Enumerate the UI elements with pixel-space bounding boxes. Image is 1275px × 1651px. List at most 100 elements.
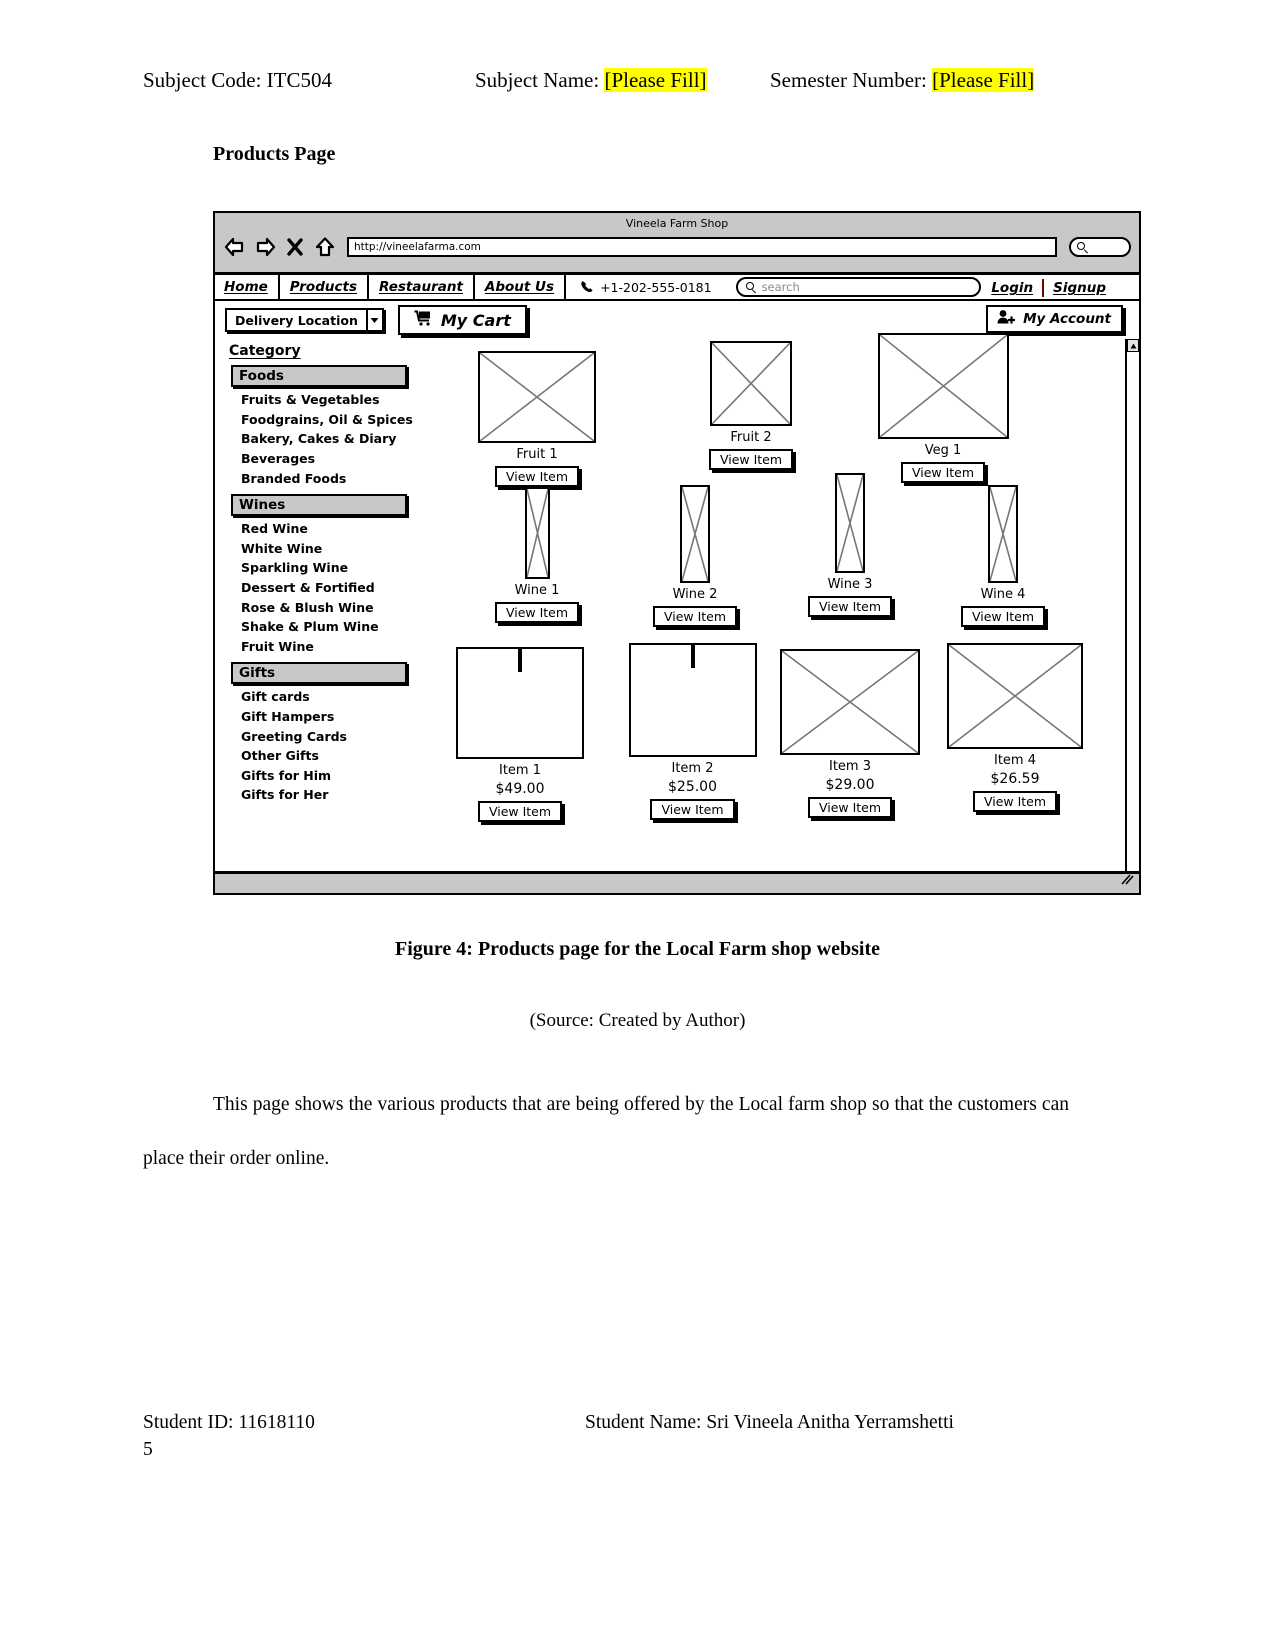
sidebar-item-branded-foods[interactable]: Branded Foods [231,468,427,488]
subject-name-label: Subject Name: [475,68,600,92]
view-item-button[interactable]: View Item [477,801,563,822]
vertical-scrollbar[interactable] [1125,339,1139,894]
product-card-item-4: Item 4 $26.59 View Item [935,643,1095,812]
main-menu: Home Products Restaurant About Us [215,274,567,300]
forward-arrow-icon[interactable] [253,235,277,259]
sidebar-item-red-wine[interactable]: Red Wine [231,519,427,539]
magnifier-icon [745,281,757,294]
site-navigation-bar: Home Products Restaurant About Us +1-202… [215,274,1139,301]
product-image-placeholder [947,643,1083,749]
stop-x-icon[interactable] [283,235,307,259]
sidebar-item-beverages[interactable]: Beverages [231,449,427,469]
home-icon[interactable] [313,235,337,259]
delivery-location-label: Delivery Location [235,312,358,328]
view-item-button[interactable]: View Item [960,606,1046,627]
product-card-veg-1: Veg 1 View Item [868,333,1018,483]
browser-search-box[interactable] [1069,237,1131,257]
body-paragraph-text: This page shows the various products tha… [143,1094,1069,1169]
figure-source: (Source: Created by Author) [529,1010,746,1031]
product-image-placeholder [780,649,920,755]
signup-link[interactable]: Signup [1044,280,1115,296]
figure-caption: Figure 4: Products page for the Local Fa… [395,938,880,960]
product-price: $49.00 [495,781,545,797]
view-item-button[interactable]: View Item [650,799,735,820]
subject-code: Subject Code: ITC504 [143,68,332,92]
view-item-button[interactable]: View Item [807,797,893,818]
url-bar[interactable]: http://vineelafarma.com [347,237,1057,257]
sidebar-item-white-wine[interactable]: White Wine [231,539,427,559]
product-price: $29.00 [825,777,875,793]
sidebar-item-gifts-for-her[interactable]: Gifts for Her [231,785,427,805]
login-link[interactable]: Login [982,280,1042,296]
view-item-button[interactable]: View Item [708,449,794,470]
page-body: Category Foods Fruits & Vegetables Foodg… [215,333,1139,894]
sidebar-item-fruits-vegetables[interactable]: Fruits & Vegetables [231,390,427,410]
phone-icon [580,280,594,294]
search-placeholder: search [761,280,800,294]
student-id: Student ID: 11618110 [143,1412,315,1433]
product-card-wine-4: Wine 4 View Item [938,485,1068,627]
sidebar-item-gifts-for-him[interactable]: Gifts for Him [231,766,427,786]
sidebar-group-foods[interactable]: Foods [231,365,407,387]
product-card-item-1: Item 1 $49.00 View Item [440,647,600,822]
sidebar-item-fruit-wine[interactable]: Fruit Wine [231,637,427,657]
my-account-label: My Account [1023,311,1111,327]
resize-grip-icon[interactable] [1120,871,1134,890]
subject-name-value: [Please Fill] [604,68,707,92]
delivery-location-select[interactable]: Delivery Location [225,308,384,332]
nav-item-about-us[interactable]: About Us [475,274,567,300]
product-price: $25.00 [668,779,717,795]
nav-item-home[interactable]: Home [215,274,280,300]
product-image-placeholder [680,485,710,583]
back-arrow-icon[interactable] [223,235,247,259]
auth-links: Login Signup [982,275,1115,301]
product-grid: Fruit 1 View Item Fruit 2 View Item Veg … [430,333,1123,894]
product-image-placeholder [456,647,584,759]
product-card-wine-1: Wine 1 View Item [472,487,602,623]
nav-item-products[interactable]: Products [280,274,369,300]
nav-item-restaurant[interactable]: Restaurant [369,274,475,300]
product-name: Wine 2 [672,587,718,602]
page-title: Products Page [213,143,336,165]
view-item-button[interactable]: View Item [494,602,580,623]
student-id-continuation: 5 [143,1439,153,1460]
product-image-placeholder [877,333,1009,439]
my-cart-label: My Cart [440,310,511,330]
product-name: Item 1 [499,763,541,778]
sidebar-item-greeting-cards[interactable]: Greeting Cards [231,726,427,746]
view-item-button[interactable]: View Item [652,606,738,627]
product-name: Wine 4 [980,587,1026,602]
product-card-wine-3: Wine 3 View Item [785,473,915,617]
sidebar-item-sparkling-wine[interactable]: Sparkling Wine [231,558,427,578]
body-paragraph: This page shows the various products tha… [143,1078,1069,1186]
product-name: Item 4 [994,753,1036,768]
sidebar-item-bakery-cakes-diary[interactable]: Bakery, Cakes & Diary [231,429,427,449]
scrollbar-track[interactable] [1127,339,1139,894]
sidebar-item-shake-plum-wine[interactable]: Shake & Plum Wine [231,617,427,637]
view-item-button[interactable]: View Item [494,466,580,487]
url-text: http://vineelafarma.com [354,241,481,253]
product-card-item-2: Item 2 $25.00 View Item [610,643,775,820]
sidebar-item-foodgrains-oil-spices[interactable]: Foodgrains, Oil & Spices [231,410,427,430]
my-cart-button[interactable]: My Cart [397,305,527,335]
product-name: Fruit 2 [730,430,772,445]
sidebar-group-gifts[interactable]: Gifts [231,662,407,685]
semester-value: [Please Fill] [932,68,1035,92]
sidebar-title: Category [229,343,301,359]
sidebar-group-wines[interactable]: Wines [231,493,407,516]
sidebar-item-other-gifts[interactable]: Other Gifts [231,746,427,766]
search-input[interactable]: search [735,277,981,297]
view-item-button[interactable]: View Item [807,596,893,617]
sidebar-item-rose-blush-wine[interactable]: Rose & Blush Wine [231,597,427,617]
view-item-button[interactable]: View Item [972,791,1058,812]
sidebar-item-dessert-fortified[interactable]: Dessert & Fortified [231,578,427,598]
window-title: Vineela Farm Shop [625,217,729,230]
product-name: Wine 1 [514,583,560,598]
semester-label: Semester Number: [770,68,927,92]
scroll-up-icon[interactable] [1127,339,1139,352]
sidebar-item-gift-hampers[interactable]: Gift Hampers [231,707,427,727]
subject-name: Subject Name: [Please Fill] [475,68,707,93]
sidebar-item-gift-cards[interactable]: Gift cards [231,687,427,707]
product-card-fruit-1: Fruit 1 View Item [472,351,602,487]
my-account-button[interactable]: My Account [986,305,1123,333]
